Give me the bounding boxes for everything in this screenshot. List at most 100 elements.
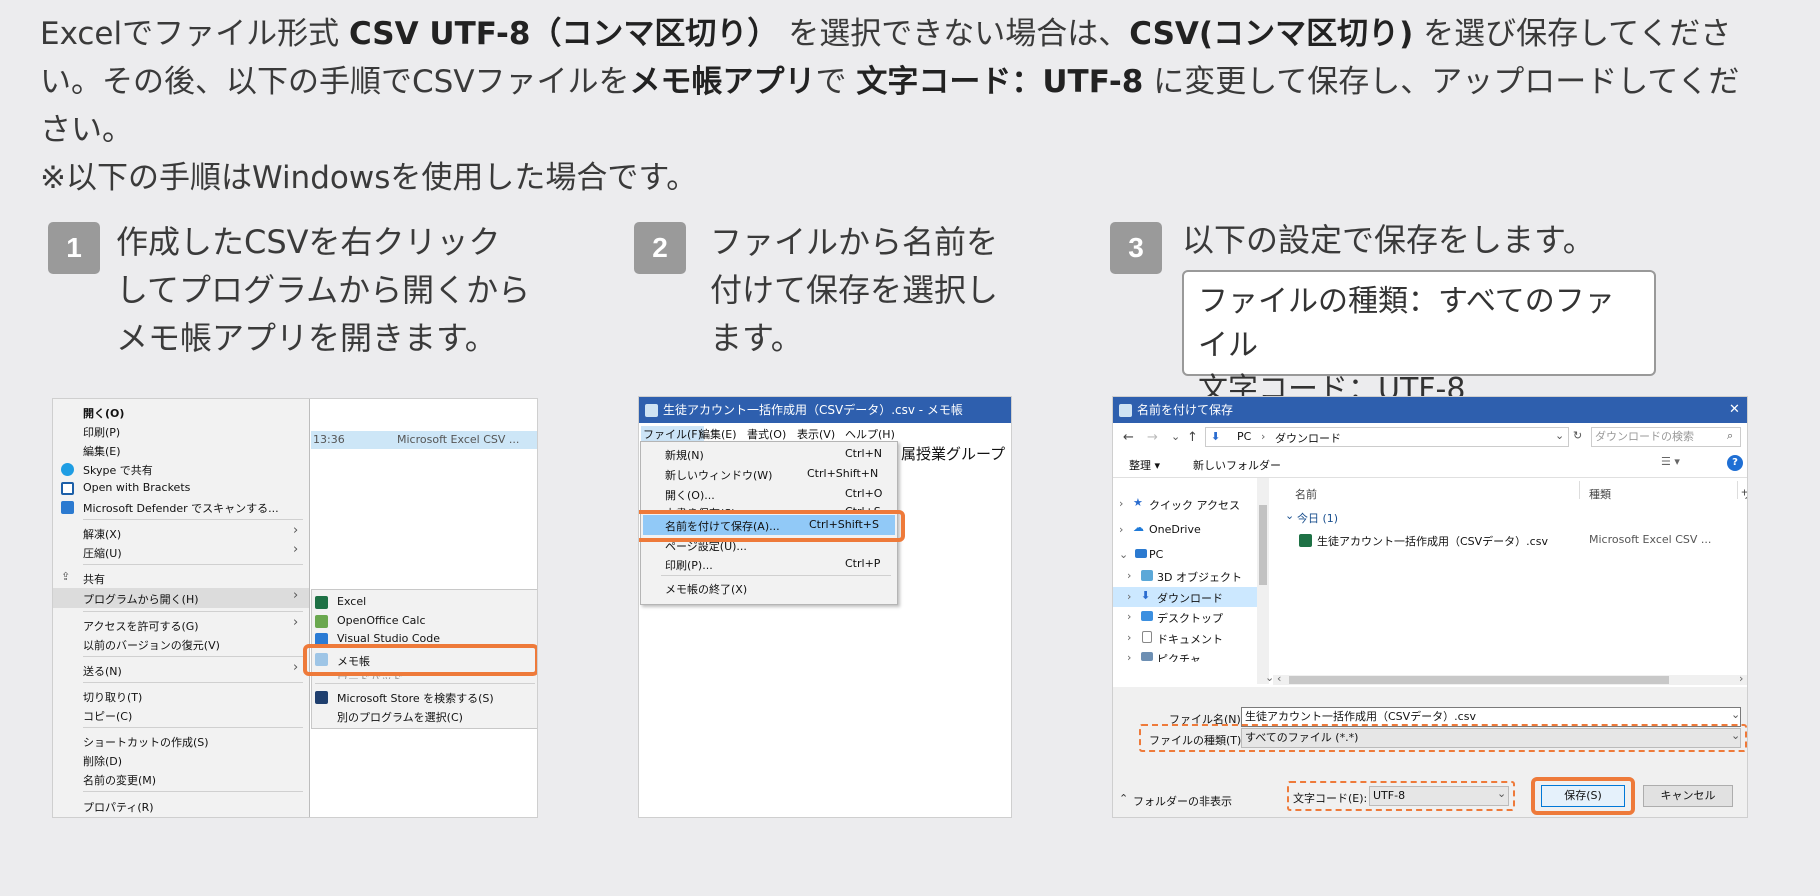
file-open-key: Ctrl+O <box>845 487 883 500</box>
menubar-file[interactable]: ファイル(F) <box>641 426 704 442</box>
menu-send-to[interactable]: 送る(N) <box>83 663 122 679</box>
step-2-text: ファイルから名前を 付けて保存を選択し ます。 <box>710 223 999 357</box>
chevron-down-icon[interactable]: ⌄ <box>1731 708 1740 721</box>
menubar-view[interactable]: 表示(V) <box>797 426 835 442</box>
column-extra[interactable]: サ <box>1741 486 1747 502</box>
chevron-right-icon[interactable]: › <box>1127 651 1131 664</box>
menu-create-shortcut[interactable]: ショートカットの作成(S) <box>83 734 209 750</box>
menu-give-access[interactable]: アクセスを許可する(G) <box>83 618 199 634</box>
pictures-icon <box>1141 652 1153 661</box>
nav-onedrive[interactable]: OneDrive <box>1149 523 1201 536</box>
submenu-store[interactable]: Microsoft Store を検索する(S) <box>337 690 494 706</box>
menu-share[interactable]: 共有 <box>83 571 105 587</box>
file-name[interactable]: 生徒アカウント一括作成用（CSVデータ）.csv <box>1317 533 1548 549</box>
scroll-right-icon[interactable]: › <box>1739 672 1743 685</box>
h-scroll-thumb[interactable] <box>1289 676 1669 684</box>
chevron-down-icon[interactable]: ⌄ <box>1171 430 1180 443</box>
refresh-icon[interactable]: ↻ <box>1573 429 1582 442</box>
nav-pictures[interactable]: ピクチャ <box>1157 651 1201 662</box>
file-new-key: Ctrl+N <box>845 447 883 460</box>
nav-scroll-thumb[interactable] <box>1259 505 1267 585</box>
organize-button[interactable]: 整理 ▾ <box>1129 457 1160 473</box>
menu-copy[interactable]: コピー(C) <box>83 708 132 724</box>
screenshot-save-dialog: 名前を付けて保存 ✕ ← → ⌄ ↑ ⬇ PC › ダウンロード ⌄ ↻ ダウン… <box>1112 396 1748 818</box>
hide-folders-button[interactable]: フォルダーの非表示 <box>1133 793 1232 809</box>
submenu-vscode[interactable]: Visual Studio Code <box>337 632 440 642</box>
menu-brackets[interactable]: Open with Brackets <box>83 481 190 494</box>
path-downloads[interactable]: ダウンロード <box>1275 430 1341 446</box>
scroll-down-icon[interactable]: ⌄ <box>1265 671 1274 684</box>
file-open[interactable]: 開く(O)... <box>665 487 715 503</box>
nav-3d-objects[interactable]: 3D オブジェクト <box>1157 569 1242 585</box>
file-type: Microsoft Excel CSV ... <box>397 433 520 446</box>
menu-print[interactable]: 印刷(P) <box>83 424 120 440</box>
intro-line-4: ※以下の手順はWindowsを使用した場合です。 <box>40 160 698 196</box>
chevron-right-icon: › <box>293 523 299 538</box>
file-print[interactable]: 印刷(P)... <box>665 557 713 573</box>
group-today: 今日 (1) <box>1297 512 1339 525</box>
chevron-right-icon: › <box>293 615 299 630</box>
menu-skype[interactable]: Skype で共有 <box>83 462 153 478</box>
file-type: Microsoft Excel CSV ... <box>1589 533 1712 546</box>
brackets-icon <box>61 482 74 495</box>
address-bar[interactable] <box>1205 427 1569 447</box>
dialog-title-bar: 名前を付けて保存 <box>1113 397 1747 423</box>
view-icon[interactable]: ☰ ▾ <box>1661 455 1680 468</box>
scroll-left-icon[interactable]: ‹ <box>1277 672 1281 685</box>
chevron-up-icon[interactable]: ⌃ <box>1119 792 1128 805</box>
chevron-right-icon[interactable]: › <box>1127 569 1131 582</box>
nav-downloads[interactable]: ダウンロード <box>1157 590 1223 606</box>
highlight-save-as <box>639 510 905 542</box>
menu-open-with[interactable]: プログラムから開く(H) <box>83 591 199 607</box>
chevron-right-icon: › <box>293 542 299 557</box>
menubar-edit[interactable]: 編集(E) <box>699 426 737 442</box>
nav-documents[interactable]: ドキュメント <box>1157 631 1223 647</box>
submenu-excel[interactable]: Excel <box>337 595 366 608</box>
menu-open[interactable]: 開く(O) <box>83 405 124 421</box>
menu-extract[interactable]: 解凍(X) <box>83 526 121 542</box>
menu-delete[interactable]: 削除(D) <box>83 753 122 769</box>
forward-arrow-icon[interactable]: → <box>1147 430 1158 445</box>
help-icon[interactable]: ? <box>1727 455 1743 471</box>
3d-objects-icon <box>1141 570 1153 581</box>
menubar-help[interactable]: ヘルプ(H) <box>845 426 895 442</box>
column-type[interactable]: 種類 <box>1589 486 1611 502</box>
menu-cut[interactable]: 切り取り(T) <box>83 689 142 705</box>
chevron-right-icon[interactable]: › <box>1119 523 1123 536</box>
chevron-right-icon[interactable]: › <box>1127 610 1131 623</box>
screenshot-notepad: 生徒アカウント一括作成用（CSVデータ）.csv - メモ帳 ファイル(F) 編… <box>638 396 1012 818</box>
menu-restore[interactable]: 以前のバージョンの復元(V) <box>83 637 220 653</box>
nav-pc[interactable]: PC <box>1149 548 1163 561</box>
chevron-right-icon[interactable]: › <box>1119 497 1123 510</box>
menu-edit[interactable]: 編集(E) <box>83 443 121 459</box>
submenu-calc[interactable]: OpenOffice Calc <box>337 614 426 627</box>
menu-rename[interactable]: 名前の変更(M) <box>83 772 156 788</box>
file-new-window-key: Ctrl+Shift+N <box>807 467 879 480</box>
new-folder-button[interactable]: 新しいフォルダー <box>1193 457 1281 473</box>
menu-defender[interactable]: Microsoft Defender でスキャンする... <box>83 500 279 516</box>
path-pc[interactable]: PC <box>1237 430 1251 443</box>
back-arrow-icon[interactable]: ← <box>1123 430 1134 445</box>
cloud-icon: ☁ <box>1133 521 1144 534</box>
menu-compress[interactable]: 圧縮(U) <box>83 545 122 561</box>
file-exit[interactable]: メモ帳の終了(X) <box>665 581 747 597</box>
close-icon[interactable]: ✕ <box>1729 402 1740 417</box>
screenshot-context-menu: 13:36 Microsoft Excel CSV ... 開く(O) 印刷(P… <box>52 398 538 818</box>
search-input[interactable]: ダウンロードの検索 <box>1591 427 1741 447</box>
chevron-down-icon[interactable]: ⌄ <box>1555 429 1564 442</box>
submenu-choose-other[interactable]: 別のプログラムを選択(C) <box>337 709 463 725</box>
column-name[interactable]: 名前 <box>1295 486 1317 502</box>
menubar-format[interactable]: 書式(O) <box>747 426 786 442</box>
chevron-right-icon[interactable]: › <box>1127 631 1131 644</box>
menu-properties[interactable]: プロパティ(R) <box>83 799 154 815</box>
nav-desktop[interactable]: デスクトップ <box>1157 610 1223 626</box>
file-new-window[interactable]: 新しいウィンドウ(W) <box>665 467 772 483</box>
file-new[interactable]: 新規(N) <box>665 447 704 463</box>
nav-quick-access[interactable]: クイック アクセス <box>1149 497 1240 513</box>
chevron-down-icon[interactable]: ⌄ <box>1119 548 1128 561</box>
step-2-badge: 2 <box>634 222 686 274</box>
up-arrow-icon[interactable]: ↑ <box>1187 430 1198 445</box>
cancel-button[interactable]: キャンセル <box>1643 785 1733 807</box>
chevron-down-icon[interactable]: ⌄ <box>1285 509 1294 522</box>
chevron-right-icon[interactable]: › <box>1127 590 1131 603</box>
